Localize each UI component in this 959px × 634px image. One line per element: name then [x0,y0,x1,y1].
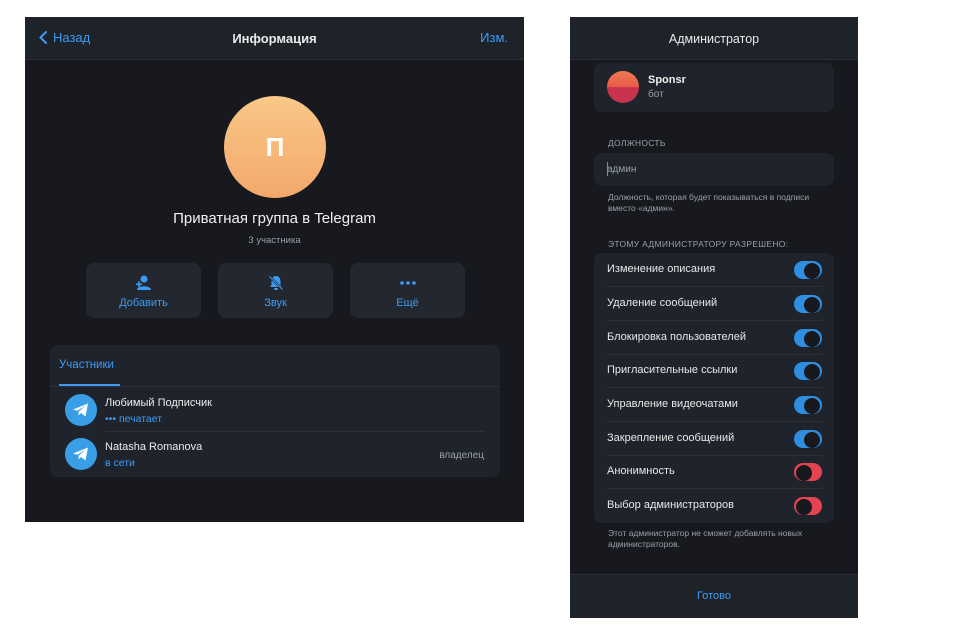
bottom-bar: Готово [570,574,858,618]
info-header: Назад Информация Изм. [25,17,524,60]
add-user-icon [135,275,151,290]
more-label: Ещё [396,297,419,309]
permission-label: Блокировка пользователей [607,331,746,343]
group-name: Приватная группа в Telegram [173,210,376,227]
avatar [65,394,97,426]
telegram-icon [73,403,88,417]
position-section-title: ДОЛЖНОСТЬ [608,138,666,148]
group-info-panel: Назад Информация Изм. П Приватная группа… [25,17,524,522]
edit-button[interactable]: Изм. [480,30,508,45]
permission-label: Управление видеочатами [607,398,738,410]
toggle-switch[interactable] [794,463,822,481]
bot-name: Sponsr [648,74,686,86]
toggle-switch[interactable] [794,430,822,448]
more-icon [399,281,416,285]
group-avatar[interactable]: П [224,96,326,198]
info-title: Информация [232,31,317,46]
member-status: ••• печатает [105,413,163,425]
bell-muted-icon [268,275,283,291]
members-list: Участники Любимый Подписчик ••• печатает… [50,345,500,477]
list-item[interactable]: Natasha Romanova в сети владелец [50,432,500,476]
telegram-icon [73,447,88,461]
member-name: Любимый Подписчик [105,397,212,409]
admin-title: Администратор [668,32,760,46]
tab-members[interactable]: Участники [59,359,114,371]
add-member-button[interactable]: Добавить [86,263,201,318]
permission-row-change-info[interactable]: Изменение описания [594,253,834,287]
admin-rights-panel: Администратор Sponsr бот ДОЛЖНОСТЬ админ… [570,17,858,618]
permission-row-add-admins[interactable]: Выбор администраторов [594,489,834,523]
permission-label: Удаление сообщений [607,297,718,309]
permission-label: Изменение описания [607,263,716,275]
more-button[interactable]: Ещё [350,263,465,318]
list-item[interactable]: Любимый Подписчик ••• печатает [50,388,500,432]
group-avatar-letter: П [265,131,285,162]
member-count: 3 участника [248,235,301,246]
permissions-section-title: ЭТОМУ АДМИНИСТРАТОРУ РАЗРЕШЕНО: [608,239,789,249]
bot-type: бот [648,89,664,100]
toggle-switch[interactable] [794,497,822,515]
toggle-switch[interactable] [794,261,822,279]
permission-row-invite-links[interactable]: Пригласительные ссылки [594,354,834,388]
done-button[interactable]: Готово [570,590,858,602]
toggle-switch[interactable] [794,396,822,414]
permission-label: Пригласительные ссылки [607,364,738,376]
position-field[interactable]: админ [594,153,834,186]
member-name: Natasha Romanova [105,441,203,453]
position-hint: Должность, которая будет показываться в … [608,192,810,213]
member-role: владелец [439,450,484,461]
permission-row-anonymous[interactable]: Анонимность [594,455,834,489]
permission-row-pin-messages[interactable]: Закрепление сообщений [594,422,834,456]
permission-label: Выбор администраторов [607,499,734,511]
bot-card: Sponsr бот [594,63,834,112]
permissions-hint: Этот администратор не сможет добавлять н… [608,528,803,549]
toggle-switch[interactable] [794,329,822,347]
avatar [607,71,639,103]
sound-button[interactable]: Звук [218,263,333,318]
add-member-label: Добавить [119,297,168,309]
permission-label: Закрепление сообщений [607,432,735,444]
permission-row-ban-users[interactable]: Блокировка пользователей [594,321,834,355]
member-status: в сети [105,457,135,469]
position-placeholder: админ [607,164,637,175]
permission-row-manage-video-chats[interactable]: Управление видеочатами [594,388,834,422]
permission-label: Анонимность [607,465,675,477]
toggle-switch[interactable] [794,362,822,380]
divider [50,386,500,387]
permissions-list: Изменение описания Удаление сообщений Бл… [594,253,834,523]
admin-header: Администратор [570,17,858,60]
permission-row-delete-messages[interactable]: Удаление сообщений [594,287,834,321]
sound-label: Звук [264,297,287,309]
toggle-switch[interactable] [794,295,822,313]
avatar [65,438,97,470]
